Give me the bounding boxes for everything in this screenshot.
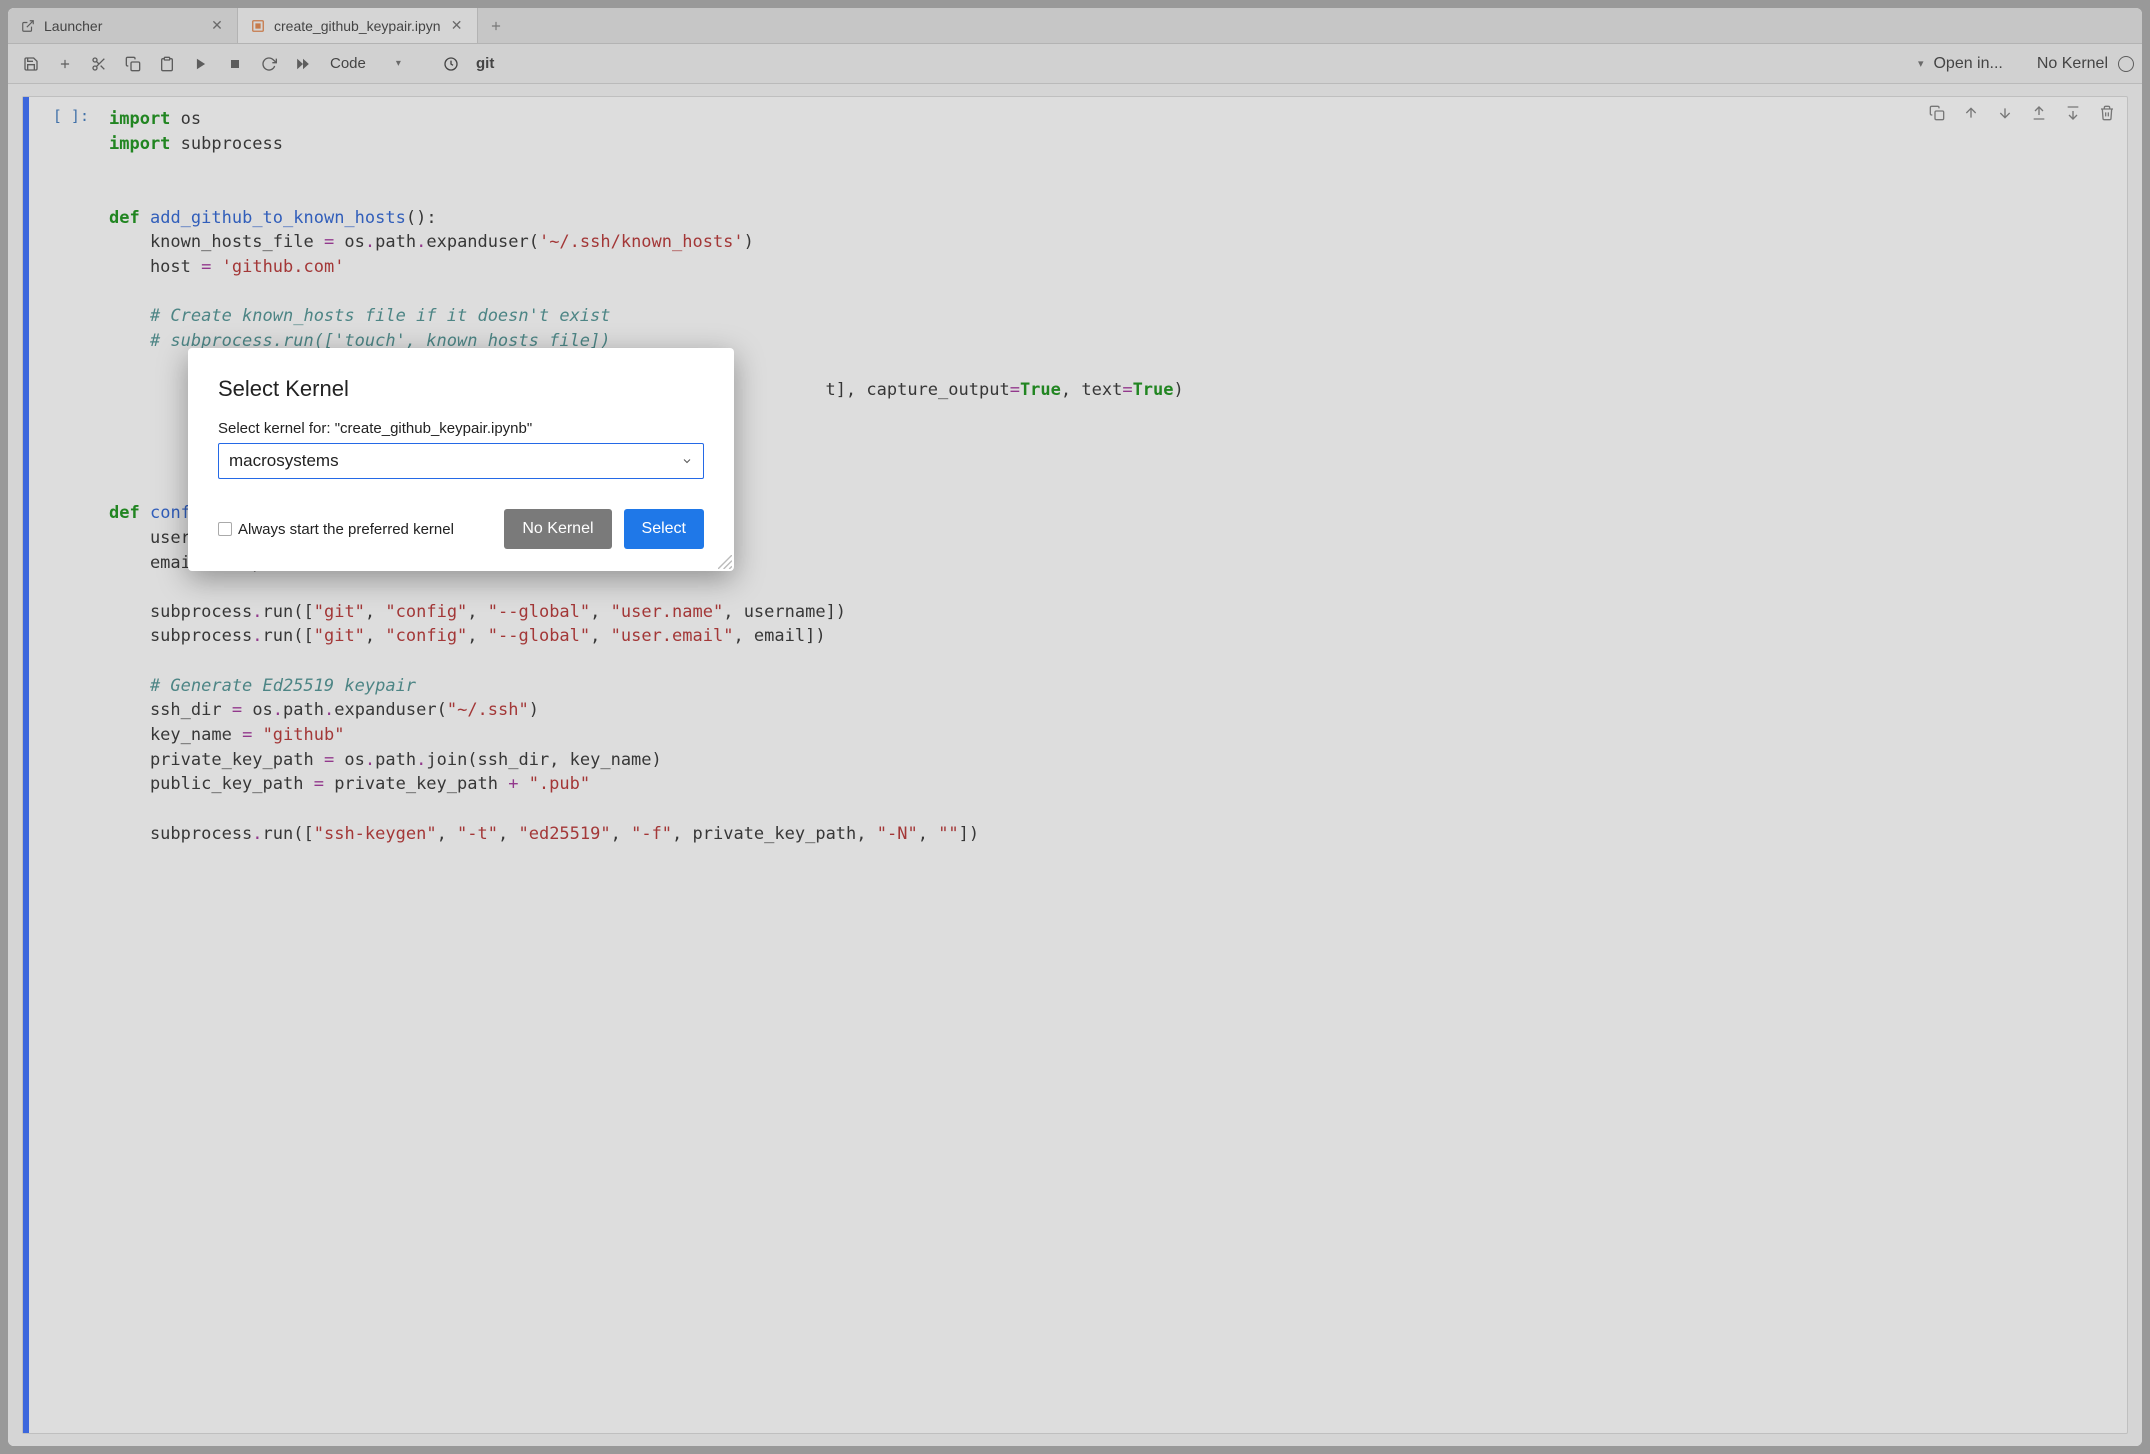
cell-type-label: Code: [330, 55, 366, 72]
cell-toolbar: [1927, 103, 2117, 123]
checkbox-icon: [218, 522, 232, 536]
insert-above-button[interactable]: [2029, 103, 2049, 123]
duplicate-cell-button[interactable]: [1927, 103, 1947, 123]
restart-run-all-button[interactable]: [288, 49, 318, 79]
tab-label: create_github_keypair.ipyn: [274, 18, 441, 34]
cut-button[interactable]: [84, 49, 114, 79]
kernel-status-label[interactable]: No Kernel: [2037, 55, 2108, 73]
no-kernel-button[interactable]: No Kernel: [504, 509, 611, 549]
move-down-button[interactable]: [1995, 103, 2015, 123]
code-editor[interactable]: import os import subprocess def add_gith…: [95, 97, 2127, 1433]
move-up-button[interactable]: [1961, 103, 1981, 123]
interrupt-button[interactable]: [220, 49, 250, 79]
cell-prompt: [ ]:: [29, 97, 95, 1433]
tab-notebook[interactable]: create_github_keypair.ipyn ✕: [238, 8, 478, 43]
new-tab-button[interactable]: [478, 8, 514, 43]
chevron-down-icon: ▾: [396, 58, 401, 69]
chevron-down-icon: ▾: [1918, 57, 1924, 70]
notebook-toolbar: Code ▾ git ▾ Open in... No Kernel: [8, 44, 2142, 84]
notebook-panel: [ ]: import os import subprocess def add…: [8, 84, 2142, 1446]
chevron-down-icon: [681, 455, 693, 467]
code-cell[interactable]: [ ]: import os import subprocess def add…: [22, 96, 2128, 1434]
kernel-select-value: macrosystems: [229, 451, 339, 471]
run-button[interactable]: [186, 49, 216, 79]
insert-cell-button[interactable]: [50, 49, 80, 79]
tab-bar: Launcher ✕ create_github_keypair.ipyn ✕: [8, 8, 2142, 44]
checkbox-label: Always start the preferred kernel: [238, 521, 454, 538]
external-link-icon: [20, 18, 36, 34]
git-button[interactable]: git: [470, 55, 500, 72]
tab-launcher[interactable]: Launcher ✕: [8, 8, 238, 43]
insert-below-button[interactable]: [2063, 103, 2083, 123]
delete-cell-button[interactable]: [2097, 103, 2117, 123]
cell-type-select[interactable]: Code ▾: [322, 50, 432, 78]
dialog-subtitle: Select kernel for: "create_github_keypai…: [218, 420, 704, 437]
open-in-button[interactable]: Open in...: [1933, 55, 2002, 73]
close-icon[interactable]: ✕: [449, 18, 465, 34]
kernel-indicator-icon[interactable]: [2118, 56, 2134, 72]
select-button[interactable]: Select: [624, 509, 704, 549]
notebook-icon: [250, 18, 266, 34]
timing-button[interactable]: [436, 49, 466, 79]
dialog-title: Select Kernel: [218, 376, 704, 402]
save-button[interactable]: [16, 49, 46, 79]
select-kernel-dialog: Select Kernel Select kernel for: "create…: [188, 348, 734, 571]
kernel-select[interactable]: macrosystems: [218, 443, 704, 479]
restart-button[interactable]: [254, 49, 284, 79]
close-icon[interactable]: ✕: [209, 18, 225, 34]
paste-button[interactable]: [152, 49, 182, 79]
copy-button[interactable]: [118, 49, 148, 79]
always-start-preferred-checkbox[interactable]: Always start the preferred kernel: [218, 521, 454, 538]
tab-label: Launcher: [44, 18, 201, 34]
resize-grip-icon[interactable]: [718, 555, 732, 569]
